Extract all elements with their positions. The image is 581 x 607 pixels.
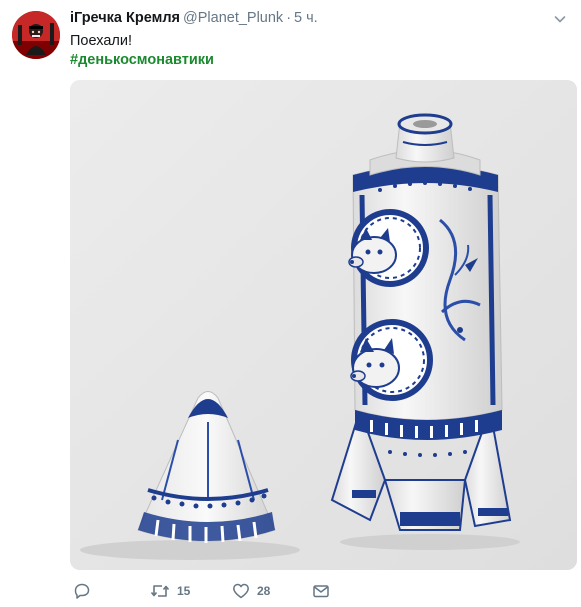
chevron-down-icon[interactable] [553,12,567,26]
hashtag-link[interactable]: #денькосмонавтики [70,50,214,70]
tweet-timestamp[interactable]: 5 ч. [294,10,318,26]
retweet-icon [150,585,170,597]
tweet-text: Поехали! [70,33,132,49]
author-name[interactable]: іГречка Кремля [70,10,180,26]
separator-dot: · [286,10,292,26]
envelope-icon [313,585,329,598]
author-handle[interactable]: @Planet_Plunk [183,10,283,26]
reply-button[interactable] [73,580,91,602]
reply-icon [74,583,90,599]
direct-message-button[interactable] [312,580,330,602]
rocket-figurine-image [70,80,577,570]
avatar[interactable] [12,11,60,59]
heart-icon [233,583,249,599]
like-count: 28 [257,584,271,598]
tweet-photo[interactable] [70,80,577,570]
retweet-count: 15 [177,584,191,598]
retweet-button[interactable]: 15 [150,580,190,602]
tweet-actions: 15 28 [70,580,570,604]
tweet: іГречка Кремля @Planet_Plunk · 5 ч. Поехали… [0,0,581,607]
like-button[interactable]: 28 [232,580,270,602]
tweet-header: іГречка Кремля @Planet_Plunk · 5 ч. [70,10,318,30]
